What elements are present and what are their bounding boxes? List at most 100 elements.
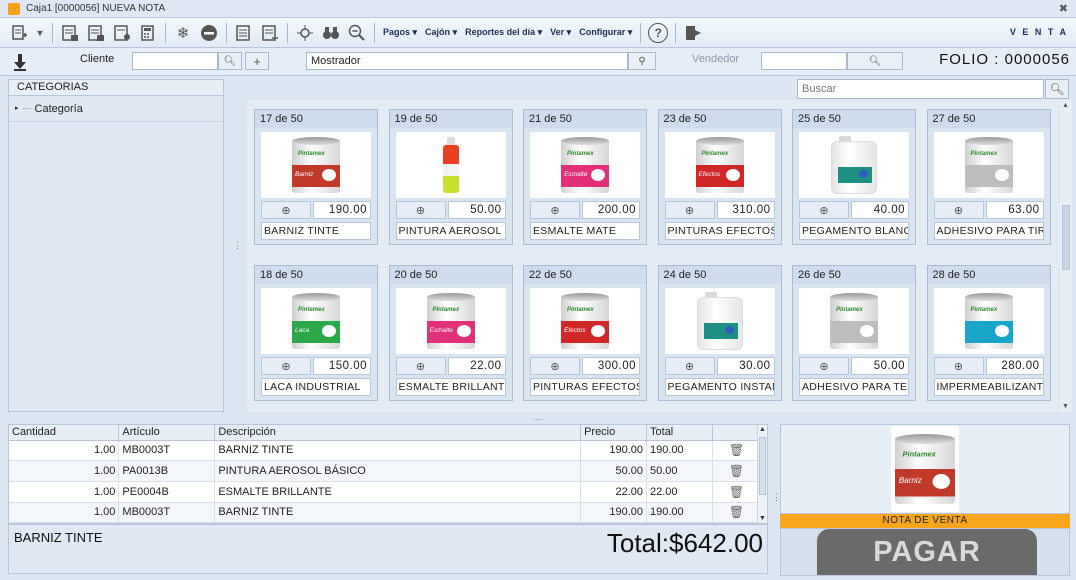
- items-table: Cantidad Artículo Descripción Precio Tot…: [8, 424, 768, 524]
- toolbar-separator: [52, 22, 53, 43]
- product-image[interactable]: Pintamex Esmalte: [395, 288, 506, 354]
- menu-configurar[interactable]: Configurar ▾: [579, 27, 632, 38]
- cliente-search-button[interactable]: 🔍︎: [218, 52, 242, 70]
- list-icon[interactable]: [59, 22, 81, 44]
- remove-icon[interactable]: [198, 22, 220, 44]
- product-card[interactable]: 24 de 50 ⊕ 30.00 PEGAMENTO INSTANT: [657, 265, 782, 401]
- zoom-button[interactable]: ⊕: [799, 357, 849, 375]
- delete-row-button[interactable]: 🗑︎: [712, 460, 762, 482]
- scrollbar-thumb[interactable]: [759, 437, 766, 495]
- product-image[interactable]: Pintamex: [933, 288, 1044, 354]
- binoculars-icon[interactable]: [320, 22, 342, 44]
- product-image[interactable]: [799, 132, 909, 198]
- download-arrow-icon[interactable]: [8, 51, 32, 73]
- zoom-button[interactable]: ⊕: [799, 201, 849, 219]
- product-image[interactable]: Pintamex Efectos: [664, 132, 775, 198]
- category-item[interactable]: ▸ Categoría: [9, 96, 223, 122]
- product-card[interactable]: 18 de 50 Pintamex Laca ⊕ 150.00 LACA INDUSTRI…: [254, 265, 378, 401]
- product-card[interactable]: 23 de 50 Pintamex Efectos ⊕ 310.00 PINTURAS E…: [657, 109, 782, 245]
- product-image[interactable]: Pintamex: [933, 132, 1044, 198]
- menu-reportes[interactable]: Reportes del día ▾: [465, 27, 542, 38]
- product-image[interactable]: [395, 132, 506, 198]
- splitter-handle[interactable]: ⋮: [233, 240, 242, 251]
- table-scrollbar[interactable]: ▲ ▼: [757, 425, 767, 523]
- vendedor-search-button[interactable]: 🔍︎: [847, 52, 903, 70]
- product-card[interactable]: 17 de 50 Pintamex Barniz ⊕ 190.00 BARNIZ TINT…: [254, 109, 378, 245]
- zoom-button[interactable]: ⊕: [530, 357, 580, 375]
- delete-row-button[interactable]: 🗑︎: [712, 440, 762, 462]
- table-row[interactable]: 1.00 PE0004B ESMALTE BRILLANTE 22.00 22.00 🗑︎: [9, 481, 762, 503]
- cliente-input[interactable]: [132, 52, 218, 70]
- delete-row-button[interactable]: 🗑︎: [712, 502, 762, 524]
- product-image[interactable]: Pintamex Esmalte: [530, 132, 640, 198]
- zoom-button[interactable]: ⊕: [933, 201, 984, 219]
- stock-label: 23 de 50: [658, 110, 781, 128]
- resize-handle[interactable]: ....: [533, 412, 543, 422]
- col-total[interactable]: Total: [646, 425, 713, 441]
- product-image[interactable]: Pintamex Laca: [261, 288, 371, 354]
- search-button[interactable]: 🔍︎: [1045, 79, 1069, 99]
- mostrador-field[interactable]: Mostrador: [306, 52, 628, 70]
- menu-ver[interactable]: Ver ▾: [550, 27, 571, 38]
- product-image[interactable]: Pintamex Efectos: [530, 288, 640, 354]
- pagar-button[interactable]: PAGAR: [817, 529, 1037, 575]
- table-row[interactable]: 1.00 MB0003T BARNIZ TINTE 190.00 190.00 🗑︎: [9, 440, 762, 462]
- product-card[interactable]: 19 de 50 ⊕ 50.00 PINTURA AEROSOL BÁ: [388, 109, 513, 245]
- expand-arrow-icon[interactable]: ▸: [15, 96, 19, 122]
- product-image[interactable]: Pintamex: [799, 288, 909, 354]
- col-descripcion[interactable]: Descripción: [214, 425, 582, 441]
- delete-row-button[interactable]: 🗑︎: [712, 481, 762, 503]
- zoom-button[interactable]: ⊕: [261, 357, 311, 375]
- col-cantidad[interactable]: Cantidad: [9, 425, 120, 441]
- help-icon[interactable]: ?: [647, 22, 669, 44]
- scroll-up-icon[interactable]: ▲: [759, 426, 766, 433]
- zoom-icon: ⊕: [819, 360, 829, 373]
- list-icon[interactable]: [111, 22, 133, 44]
- zoom-button[interactable]: ⊕: [530, 201, 580, 219]
- register-icon[interactable]: [233, 22, 255, 44]
- zoom-button[interactable]: ⊕: [933, 357, 984, 375]
- window-title: Caja1 [0000056] NUEVA NOTA: [26, 3, 166, 14]
- crosshair-icon[interactable]: [294, 22, 316, 44]
- product-card[interactable]: 27 de 50 Pintamex ⊕ 63.00 ADHESIVO PARA TIRC: [926, 109, 1051, 245]
- product-card[interactable]: 20 de 50 Pintamex Esmalte ⊕ 22.00 ESMALTE BRI…: [388, 265, 513, 401]
- product-image[interactable]: Pintamex Barniz: [261, 132, 371, 198]
- col-precio[interactable]: Precio: [580, 425, 648, 441]
- mostrador-search-button[interactable]: ⚲: [628, 52, 656, 70]
- scroll-up-icon[interactable]: ▲: [1062, 102, 1069, 109]
- add-client-button[interactable]: +: [245, 52, 269, 70]
- new-note-dropdown-icon[interactable]: ▼: [34, 22, 46, 44]
- product-card[interactable]: 28 de 50 Pintamex ⊕ 280.00 IMPERMEABILIZANTE: [926, 265, 1051, 401]
- scroll-down-icon[interactable]: ▼: [759, 515, 766, 522]
- cell-total: 190.00: [646, 440, 713, 462]
- product-price: 150.00: [313, 357, 371, 375]
- vendedor-input[interactable]: [761, 52, 847, 70]
- menu-cajon[interactable]: Cajón ▾: [425, 27, 457, 38]
- scrollbar-thumb[interactable]: [1062, 205, 1070, 270]
- product-card[interactable]: 26 de 50 Pintamex ⊕ 50.00 ADHESIVO PARA TEXT: [792, 265, 916, 401]
- zoom-out-icon[interactable]: [346, 22, 368, 44]
- table-row[interactable]: 1.00 PA0013B PINTURA AEROSOL BÁSICO 50.00 50…: [9, 460, 762, 482]
- product-card[interactable]: 21 de 50 Pintamex Esmalte ⊕ 200.00 ESMALTE MA…: [523, 109, 647, 245]
- register-icon[interactable]: [259, 22, 281, 44]
- calculator-icon[interactable]: [137, 22, 159, 44]
- menu-pagos[interactable]: Pagos ▾: [383, 27, 417, 38]
- zoom-button[interactable]: ⊕: [261, 201, 311, 219]
- list-icon[interactable]: [85, 22, 107, 44]
- close-icon[interactable]: ✖: [1059, 2, 1068, 15]
- product-card[interactable]: 22 de 50 Pintamex Efectos ⊕ 300.00 PINTURAS E…: [523, 265, 647, 401]
- zoom-button[interactable]: ⊕: [664, 357, 715, 375]
- zoom-button[interactable]: ⊕: [664, 201, 715, 219]
- zoom-button[interactable]: ⊕: [395, 201, 446, 219]
- snowflake-icon[interactable]: ❄: [172, 22, 194, 44]
- zoom-button[interactable]: ⊕: [395, 357, 446, 375]
- table-row[interactable]: 1.00 MB0003T BARNIZ TINTE 190.00 190.00 🗑︎: [9, 502, 762, 524]
- col-articulo[interactable]: Artículo: [118, 425, 216, 441]
- product-scrollbar[interactable]: ▲ ▼: [1060, 100, 1072, 412]
- product-image[interactable]: [664, 288, 775, 354]
- scroll-down-icon[interactable]: ▼: [1062, 403, 1069, 410]
- exit-icon[interactable]: [682, 22, 704, 44]
- product-card[interactable]: 25 de 50 ⊕ 40.00 PEGAMENTO BLANCO: [792, 109, 916, 245]
- search-input[interactable]: [797, 79, 1044, 99]
- new-note-icon[interactable]: [8, 22, 30, 44]
